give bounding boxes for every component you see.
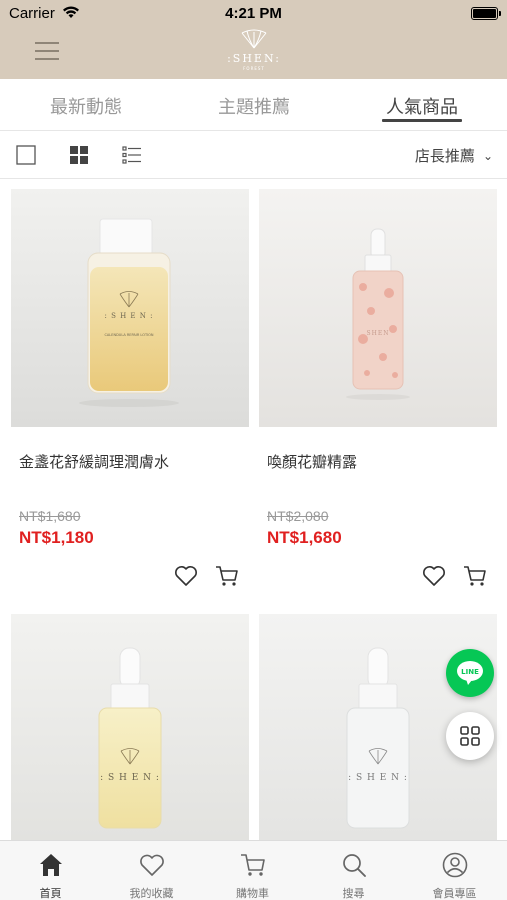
product-image[interactable]: SHEN [259,189,497,427]
nav-label: 會員專區 [432,887,477,900]
product-card[interactable]: : S H E N : CALENDULA REPAIR LOTION 金盞花舒… [11,189,249,599]
single-view-icon[interactable] [16,145,36,165]
line-chat-button[interactable]: LINE [446,649,494,697]
hamburger-menu-button[interactable] [35,42,59,62]
bottom-nav-bar: 首頁 我的收藏 購物車 搜尋 會員專區 [0,840,507,900]
sort-label: 店長推薦 [414,147,475,165]
status-bar: Carrier 4:21 PM [0,0,507,28]
search-icon [343,854,366,877]
home-icon [40,854,62,876]
svg-text:: S H E N :: : S H E N : [100,773,160,783]
favorite-heart-icon[interactable] [173,563,199,589]
list-view-icon[interactable] [122,145,142,165]
category-tabs: 最新動態 主題推薦 人氣商品 [0,79,507,131]
svg-text:: S H E N :: : S H E N : [105,312,154,320]
battery-icon [471,7,501,20]
product-image[interactable]: : S H E N : [11,614,249,840]
tab-latest-news[interactable]: 最新動態 [16,93,156,119]
shen-forest-logo: :SHEN: FOREST [227,29,281,71]
nav-search[interactable]: 搜尋 [303,841,404,900]
svg-text::SHEN:: :SHEN: [227,52,281,65]
add-to-cart-icon[interactable] [462,563,488,589]
user-icon [442,852,468,878]
active-tab-indicator [382,119,462,122]
product-name[interactable]: 喚顏花瓣精露 [267,451,495,472]
svg-text:CALENDULA REPAIR LOTION: CALENDULA REPAIR LOTION [104,333,153,337]
original-price: NT$2,080 [267,508,329,524]
quick-menu-button[interactable] [446,712,494,760]
add-to-cart-icon[interactable] [214,563,240,589]
status-time: 4:21 PM [225,5,282,22]
line-icon: LINE [457,661,483,685]
sort-dropdown[interactable]: 店長推薦 ⌄ [415,145,493,166]
product-image[interactable]: : S H E N : CALENDULA REPAIR LOTION [11,189,249,427]
chevron-down-icon: ⌄ [482,149,493,163]
nav-member[interactable]: 會員專區 [404,841,505,900]
sale-price: NT$1,180 [19,528,94,547]
grid-menu-icon [460,726,480,746]
nav-cart[interactable]: 購物車 [202,841,303,900]
original-price: NT$1,680 [19,508,81,524]
svg-text:SHEN: SHEN [367,330,390,337]
nav-home[interactable]: 首頁 [0,841,101,900]
product-name[interactable]: 金盞花舒緩調理潤膚水 [19,451,247,472]
nav-label: 我的收藏 [129,887,174,900]
svg-text:: S H E N :: : S H E N : [348,773,408,783]
tab-theme-recommend[interactable]: 主題推薦 [184,93,324,119]
cart-icon [241,854,265,876]
product-card[interactable]: SHEN 喚顏花瓣精露 NT$2,080 NT$1,680 [259,189,497,599]
tab-popular-products[interactable]: 人氣商品 [352,93,492,119]
grid-view-icon[interactable] [69,145,89,165]
app-header: Carrier 4:21 PM :SHEN: FOREST [0,0,507,79]
nav-label: 購物車 [236,887,269,900]
svg-text:FOREST: FOREST [243,66,265,71]
product-card[interactable]: : S H E N : [11,614,249,840]
nav-label: 首頁 [39,887,62,900]
view-toolbar: 店長推薦 ⌄ [0,131,507,179]
nav-favorites[interactable]: 我的收藏 [101,841,202,900]
sale-price: NT$1,680 [267,528,342,547]
favorite-heart-icon[interactable] [421,563,447,589]
svg-text:LINE: LINE [461,668,479,676]
nav-label: 搜尋 [342,887,365,900]
heart-icon [140,854,164,876]
